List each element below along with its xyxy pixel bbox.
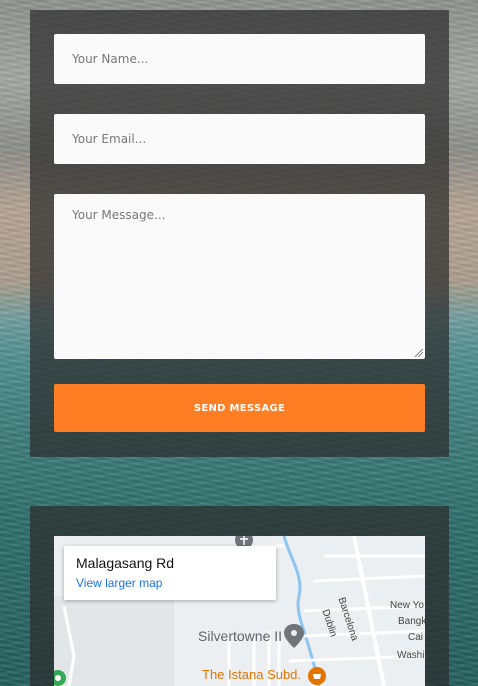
map-label-new-york: New Yo bbox=[390, 600, 424, 611]
name-field[interactable]: Your Name... bbox=[54, 34, 425, 84]
place-name: Malagasang Rd bbox=[76, 555, 175, 571]
message-field[interactable]: Your Message... bbox=[54, 194, 425, 359]
map-label-cairo: Cai bbox=[408, 632, 424, 643]
map-panel: Malagasang Rd View larger map Silvertown… bbox=[30, 506, 449, 686]
email-placeholder: Your Email... bbox=[72, 132, 147, 146]
resize-grip-icon[interactable] bbox=[415, 349, 423, 357]
embedded-map[interactable]: Malagasang Rd View larger map Silvertown… bbox=[54, 536, 425, 686]
map-label-istana: The Istana Subd. bbox=[202, 667, 302, 682]
contact-form-panel: Your Name... Your Email... Your Message.… bbox=[30, 10, 449, 457]
map-label-silvertowne: Silvertowne II bbox=[198, 628, 283, 644]
map-info-card: Malagasang Rd View larger map bbox=[64, 546, 276, 600]
map-label-washington: Washi bbox=[397, 650, 425, 661]
map-label-bangkok: Bangk bbox=[398, 616, 425, 627]
send-message-button[interactable]: SEND MESSAGE bbox=[54, 384, 425, 432]
message-placeholder: Your Message... bbox=[72, 208, 166, 222]
email-field[interactable]: Your Email... bbox=[54, 114, 425, 164]
view-larger-map-link[interactable]: View larger map bbox=[76, 576, 162, 590]
name-placeholder: Your Name... bbox=[72, 52, 149, 66]
